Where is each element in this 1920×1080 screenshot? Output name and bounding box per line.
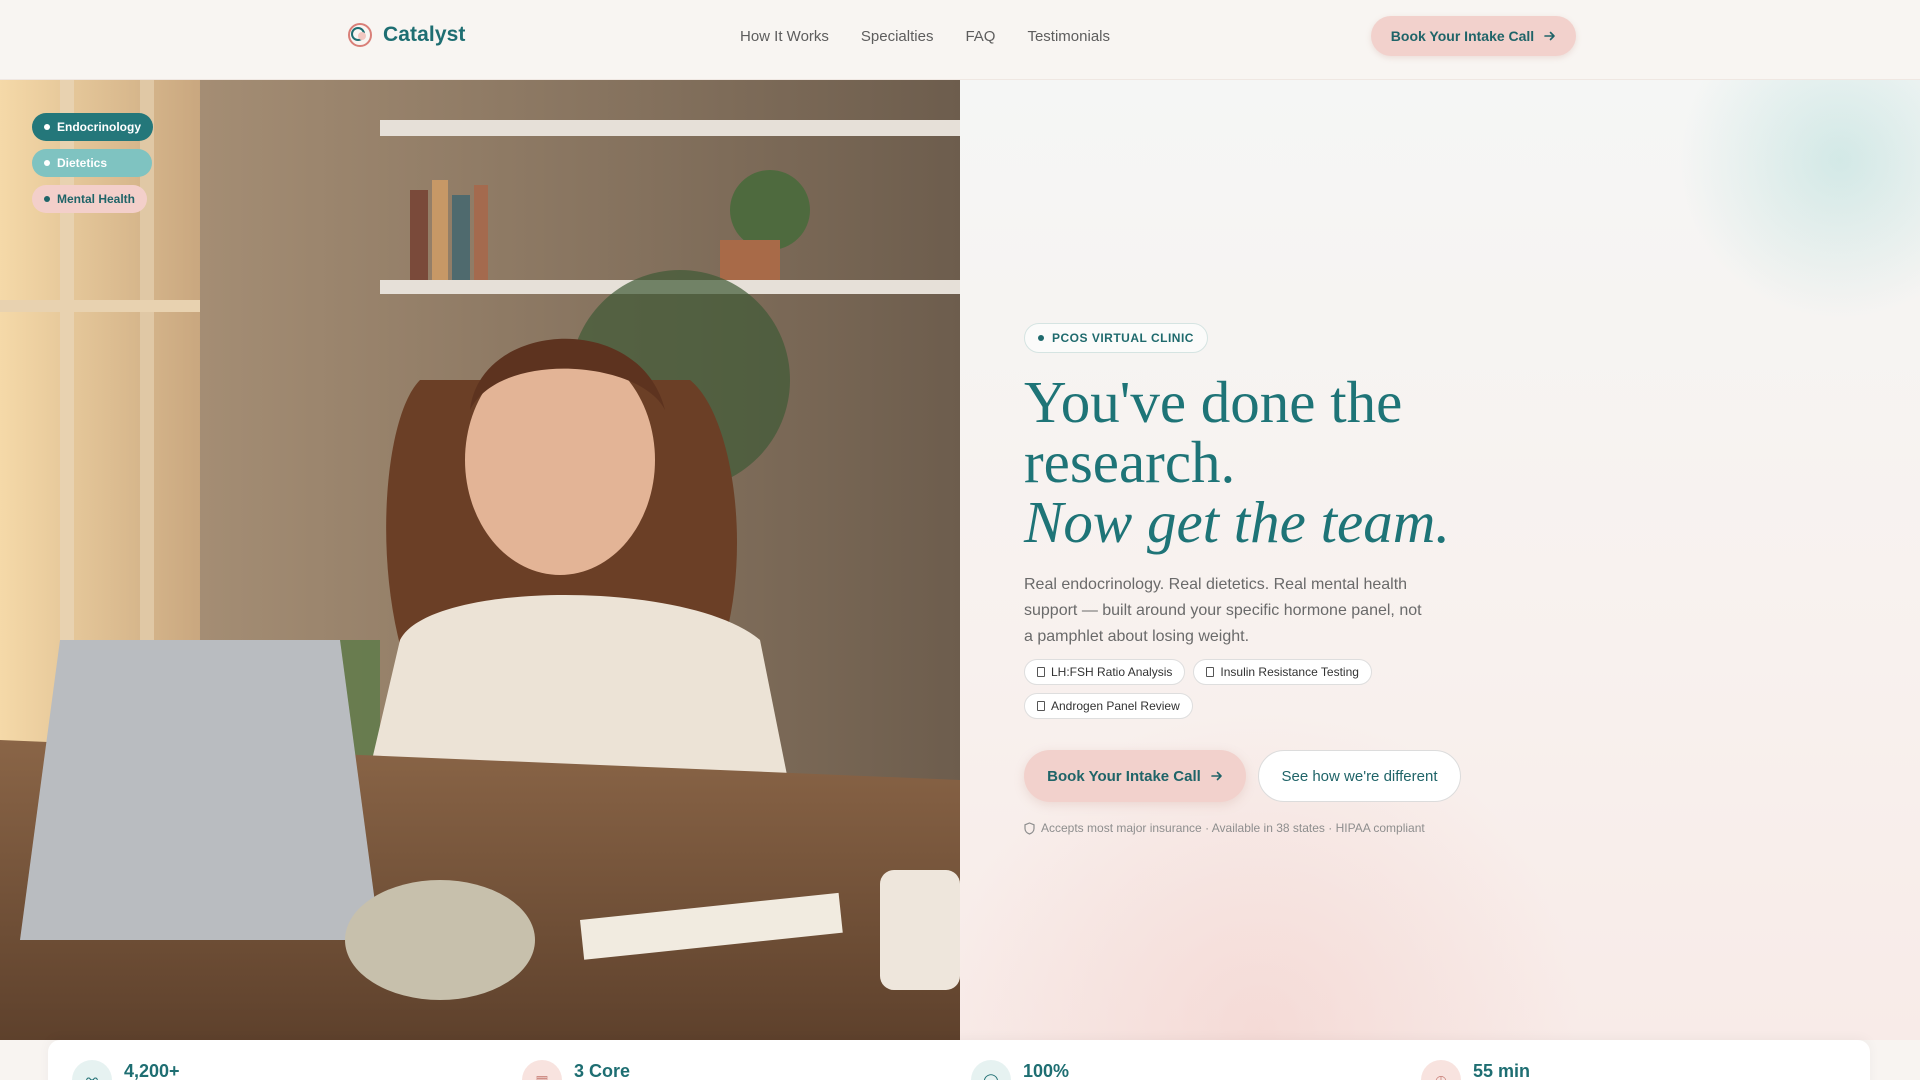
document-icon [1037,667,1045,677]
tag-label: Androgen Panel Review [1051,699,1180,713]
stat-patients: ⚯ 4,200+ [72,1060,180,1080]
document-icon [1206,667,1215,677]
trust-line: Accepts most major insurance · Available… [1024,821,1425,835]
stat-value: 3 Core [574,1060,631,1080]
eyebrow-badge: PCOS VIRTUAL CLINIC [1024,323,1208,353]
tag-label: LH:FSH Ratio Analysis [1051,665,1173,679]
document-icon [1037,701,1045,711]
stat-core: ▦ 3 Core [522,1060,630,1080]
shield-icon [1024,821,1035,835]
calendar-icon: ▦ [522,1060,562,1080]
trust-text: Accepts most major insurance · Available… [1041,821,1425,835]
stat-value: 55 min [1473,1060,1531,1080]
chip-dot [44,160,50,166]
nav-cta-label: Book Your Intake Call [1390,28,1535,44]
chip-dietetics[interactable]: Dietetics [32,149,152,177]
hero-lede: Real endocrinology. Real dietetics. Real… [1024,576,1422,645]
hero-content-background [960,80,1920,1040]
hero-cta-row: Book Your Intake Call See how we're diff… [1024,750,1461,802]
stat-value: 4,200+ [124,1060,180,1080]
tag-lh-fsh: LH:FSH Ratio Analysis [1024,659,1186,685]
hero-photo [0,80,960,1040]
chip-label: Mental Health [57,192,136,206]
brand-name: Catalyst [383,23,466,46]
chip-label: Endocrinology [57,120,141,134]
brand-logo-icon [348,23,372,47]
shield-icon: ◯ [971,1060,1011,1080]
nav-links: How It Works Specialties FAQ Testimonial… [740,28,1110,45]
nav-book-intake-button[interactable]: Book Your Intake Call [1371,16,1576,56]
stat-value: 100% [1023,1060,1070,1080]
clock-icon: ◷ [1421,1060,1461,1080]
hero-headline: You've done the research. Now get the te… [1024,372,1584,552]
people-icon: ⚯ [72,1060,112,1080]
chip-label: Dietetics [57,156,108,170]
tag-insulin-resistance: Insulin Resistance Testing [1193,659,1372,685]
test-tags: LH:FSH Ratio Analysis Insulin Resistance… [1024,659,1444,719]
tag-label: Insulin Resistance Testing [1220,665,1359,679]
specialty-chips: Endocrinology Dietetics Mental Health [32,113,153,213]
chip-dot [44,124,50,130]
arrow-right-icon [1544,31,1556,41]
hero-photo-illustration [0,80,960,1040]
book-intake-button[interactable]: Book Your Intake Call [1024,750,1246,802]
nav-link-testimonials[interactable]: Testimonials [1027,28,1110,45]
brand[interactable]: Catalyst [347,22,466,48]
chip-mental-health[interactable]: Mental Health [32,185,148,213]
stats-bar: ⚯ 4,200+ ▦ 3 Core ◯ 100% ◷ 55 min [48,1040,1870,1080]
chip-dot [44,196,50,202]
see-how-different-button[interactable]: See how we're different [1258,750,1461,802]
nav-link-how-it-works[interactable]: How It Works [740,28,829,45]
headline-line-2: research. [1024,429,1236,495]
tag-androgen-panel: Androgen Panel Review [1024,693,1193,719]
chip-endocrinology[interactable]: Endocrinology [32,113,153,141]
stat-duration: ◷ 55 min [1421,1060,1530,1080]
eyebrow-dot [1038,335,1044,341]
stat-percent: ◯ 100% [971,1060,1069,1080]
headline-line-1: You've done the [1024,369,1403,435]
eyebrow-label: PCOS VIRTUAL CLINIC [1052,331,1194,345]
top-nav: Catalyst How It Works Specialties FAQ Te… [0,0,1920,80]
headline-italic: Now get the team. [1024,489,1451,555]
nav-link-specialties[interactable]: Specialties [861,28,934,45]
nav-link-faq[interactable]: FAQ [965,28,995,45]
primary-cta-label: Book Your Intake Call [1047,767,1201,785]
arrow-right-icon [1211,771,1222,781]
